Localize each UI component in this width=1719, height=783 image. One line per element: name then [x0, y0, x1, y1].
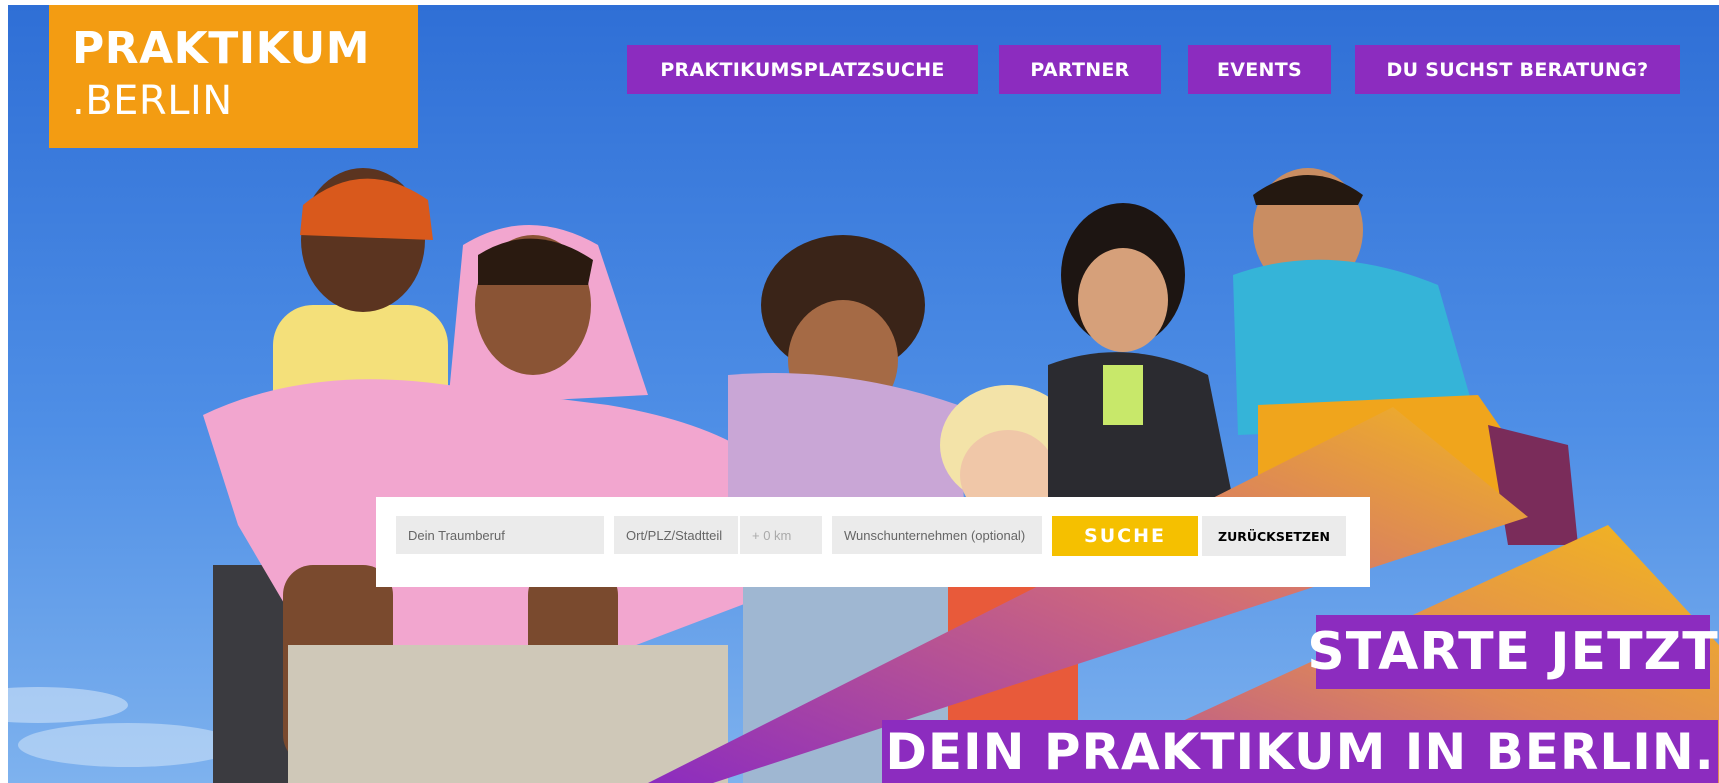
logo-wordmark: PRAKTIKUM: [72, 23, 370, 74]
radius-select[interactable]: + 0 km: [740, 516, 822, 554]
logo-subline: .BERLIN: [72, 78, 233, 124]
nav-events[interactable]: EVENTS: [1188, 45, 1331, 94]
search-button[interactable]: SUCHE: [1052, 516, 1198, 556]
job-input[interactable]: Dein Traumberuf: [396, 516, 604, 554]
hero-banner: PRAKTIKUM .BERLIN PRAKTIKUMSPLATZSUCHE P…: [8, 5, 1719, 783]
nav-partner[interactable]: PARTNER: [999, 45, 1161, 94]
location-input[interactable]: Ort/PLZ/Stadtteil: [614, 516, 738, 554]
nav-praktikumsplatzsuche[interactable]: PRAKTIKUMSPLATZSUCHE: [627, 45, 978, 94]
headline-dein-praktikum: DEIN PRAKTIKUM IN BERLIN.: [882, 720, 1718, 783]
company-input[interactable]: Wunschunternehmen (optional): [832, 516, 1042, 554]
search-form: Dein Traumberuf Ort/PLZ/Stadtteil + 0 km…: [376, 497, 1370, 587]
nav-beratung[interactable]: DU SUCHST BERATUNG?: [1355, 45, 1680, 94]
reset-button[interactable]: ZURÜCKSETZEN: [1202, 516, 1346, 556]
headline-starte-jetzt: STARTE JETZT: [1307, 615, 1718, 689]
logo[interactable]: PRAKTIKUM .BERLIN: [49, 5, 418, 148]
